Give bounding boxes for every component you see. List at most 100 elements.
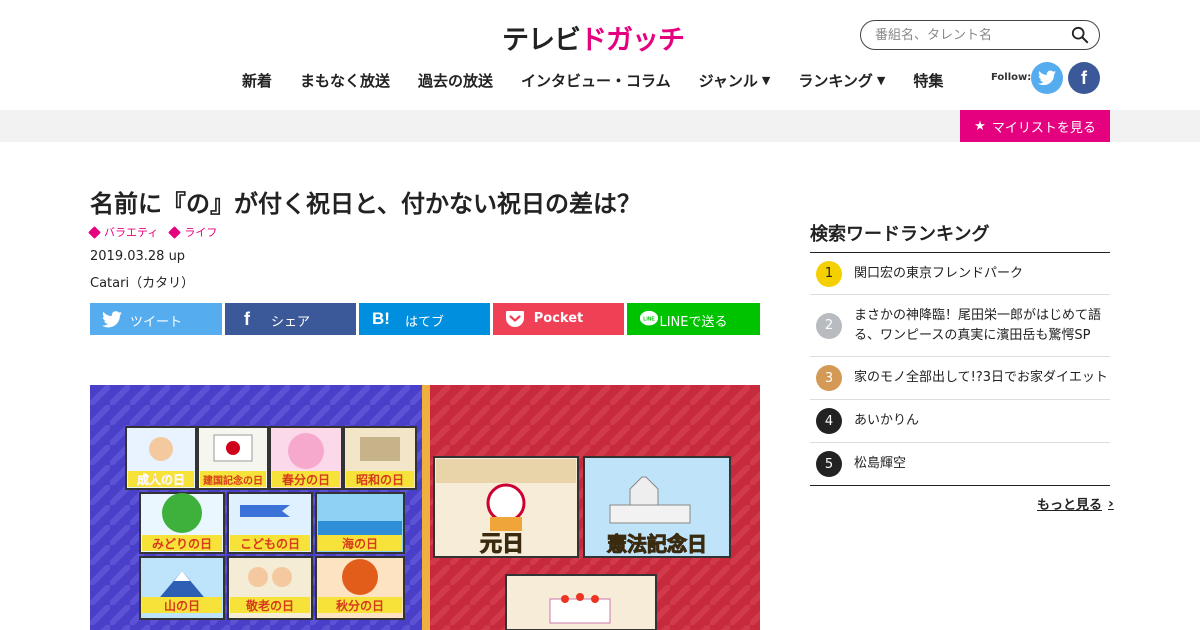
share-label: はてブ [404, 315, 444, 330]
rank-badge: 1 [816, 260, 842, 287]
ranking-title: 検索ワードランキング [810, 224, 990, 245]
nav-upcoming[interactable]: まもなく放送 [300, 70, 390, 91]
star-icon: ★ [974, 118, 986, 134]
share-pocket-button[interactable]: Pocket [493, 303, 624, 335]
share-facebook-button[interactable]: f シェア [225, 303, 356, 335]
main-nav: 新着 まもなく放送 過去の放送 インタビュー・コラム ジャンル ▼ ランキング ▼ … [242, 68, 971, 92]
tile-label: 成人の日 [137, 472, 185, 487]
nav-past[interactable]: 過去の放送 [418, 70, 493, 91]
share-hatena-button[interactable]: B! はてブ [359, 303, 490, 335]
holiday-tile-midori: みどりの日 [139, 492, 225, 554]
ranking-item-5[interactable]: 5 松島輝空 [810, 443, 1110, 485]
share-label: シェア [270, 315, 310, 330]
caret-down-icon: ▼ [761, 73, 771, 87]
ranking-item-4[interactable]: 4 あいかりん [810, 400, 1110, 443]
twitter-bird-icon [1038, 70, 1056, 86]
tag-label: バラエティ [104, 226, 159, 239]
holiday-tile-keiro: 敬老の日 [227, 556, 313, 620]
article-date: 2019.03.28 up [90, 249, 186, 264]
nav-interview-column[interactable]: インタビュー・コラム [521, 70, 671, 91]
nav-genre[interactable]: ジャンル ▼ [699, 70, 771, 91]
tile-label: 元日 [480, 532, 524, 557]
share-line-button[interactable]: LINE LINEで送る [627, 303, 760, 335]
rank-badge: 5 [816, 451, 842, 477]
rank-text: 松島輝空 [854, 456, 907, 471]
rank-text-line1: まさかの神降臨！尾田栄一郎がはじめて語 [854, 307, 1102, 323]
nav-label: ランキング [798, 71, 873, 90]
share-label: Pocket [533, 311, 584, 326]
tile-label: みどりの日 [152, 537, 212, 551]
article-hero-image: 成人の日 建国記念の日 春分の日 昭和の日 みどりの日 こどもの日 海の日 山の… [90, 385, 760, 630]
search-icon[interactable] [1071, 26, 1089, 44]
tag-variety[interactable]: バラエティ [88, 224, 159, 240]
search-box[interactable] [860, 20, 1100, 50]
rank-text: 関口宏の東京フレンドパーク [854, 265, 1024, 281]
tile-label: 春分の日 [281, 472, 330, 487]
follow-label: Follow: [991, 72, 1032, 83]
tag-life[interactable]: ライフ [168, 224, 218, 240]
more-label: もっと見る [1037, 498, 1103, 513]
tag-label: ライフ [184, 226, 218, 239]
rank-text: 家のモノ全部出して!?3日でお家ダイエット [854, 370, 1108, 385]
hero-illustration: 成人の日 建国記念の日 春分の日 昭和の日 みどりの日 こどもの日 海の日 山の… [90, 385, 760, 630]
mylist-button[interactable]: ★ マイリストを見る [960, 110, 1110, 142]
article-tags: バラエティ ライフ [88, 224, 229, 240]
nav-label: ジャンル [698, 71, 758, 90]
article-author: Catari（カタリ） [90, 276, 195, 291]
nav-label: 過去の放送 [418, 71, 494, 90]
nav-label: 特集 [913, 71, 944, 90]
tile-label: こどもの日 [240, 537, 300, 551]
share-label: ツイート [129, 315, 182, 330]
tile-label: 敬老の日 [245, 598, 294, 613]
site-logo[interactable]: テレビ ドガッチ [502, 21, 685, 56]
mylist-label: マイリストを見る [991, 120, 1096, 136]
tile-label: 憲法記念日 [607, 532, 707, 556]
logo-text-pink: ドガッチ [580, 24, 685, 56]
holiday-tile-yama: 山の日 [139, 556, 225, 620]
holiday-tile-seijin: 成人の日 [125, 426, 197, 490]
search-input[interactable] [875, 27, 1071, 43]
ranking-item-2[interactable]: 2 まさかの神降臨！尾田栄一郎がはじめて語 る、ワンピースの真実に濱田岳も驚愕S… [810, 295, 1110, 357]
ranking-item-1[interactable]: 1 関口宏の東京フレンドパーク [810, 253, 1110, 295]
ranking-bottom-divider [810, 485, 1110, 486]
chevron-right-icon: › [1108, 495, 1114, 512]
tile-label: 建国記念の日 [202, 474, 263, 487]
share-label: LINEで送る [659, 315, 728, 330]
nav-new[interactable]: 新着 [242, 70, 272, 91]
nav-label: インタビュー・コラム [521, 71, 671, 90]
nav-label: まもなく放送 [300, 71, 391, 90]
tag-icon [88, 225, 101, 239]
holiday-tile-ganjitsu: 元日 [433, 456, 579, 558]
holiday-tile-umi: 海の日 [315, 492, 405, 554]
facebook-f-icon: f [1081, 67, 1087, 88]
holiday-tile-kenpo: 憲法記念日 [583, 456, 731, 558]
nav-ranking[interactable]: ランキング ▼ [798, 70, 885, 91]
holiday-tile-cake [505, 574, 657, 630]
holiday-tile-shubun: 秋分の日 [315, 556, 405, 620]
nav-feature[interactable]: 特集 [913, 70, 943, 91]
tile-label: 昭和の日 [356, 472, 404, 487]
rank-badge: 2 [816, 312, 842, 339]
facebook-follow-button[interactable]: f [1068, 62, 1100, 94]
ranking-item-3[interactable]: 3 家のモノ全部出して!?3日でお家ダイエット [810, 357, 1110, 400]
rank-badge: 3 [816, 365, 842, 391]
tag-icon [168, 225, 182, 239]
rank-text: まさかの神降臨！尾田栄一郎がはじめて語 る、ワンピースの真実に濱田岳も驚愕SP [854, 306, 1101, 346]
caret-down-icon: ▼ [876, 73, 886, 87]
tile-label: 秋分の日 [336, 598, 384, 613]
rank-badge: 4 [816, 408, 842, 434]
rank-text-line2: る、ワンピースの真実に濱田岳も驚愕SP [854, 327, 1091, 343]
nav-label: 新着 [242, 71, 273, 90]
holiday-tile-shunbun: 春分の日 [269, 426, 343, 490]
share-twitter-button[interactable]: ツイート [90, 303, 222, 335]
logo-text-black: テレビ [502, 24, 581, 56]
tile-label: 山の日 [164, 598, 200, 613]
holiday-tile-kodomo: こどもの日 [227, 492, 313, 554]
tile-label: 海の日 [342, 536, 378, 551]
holiday-tile-kenkoku: 建国記念の日 [197, 426, 269, 490]
twitter-follow-button[interactable] [1031, 62, 1063, 94]
article-title: 名前に『の』が付く祝日と、付かない祝日の差は？ [90, 190, 642, 218]
ranking-more-link[interactable]: もっと見る › [1037, 494, 1114, 514]
holiday-tile-showa: 昭和の日 [343, 426, 417, 490]
rank-text: あいかりん [854, 413, 920, 428]
